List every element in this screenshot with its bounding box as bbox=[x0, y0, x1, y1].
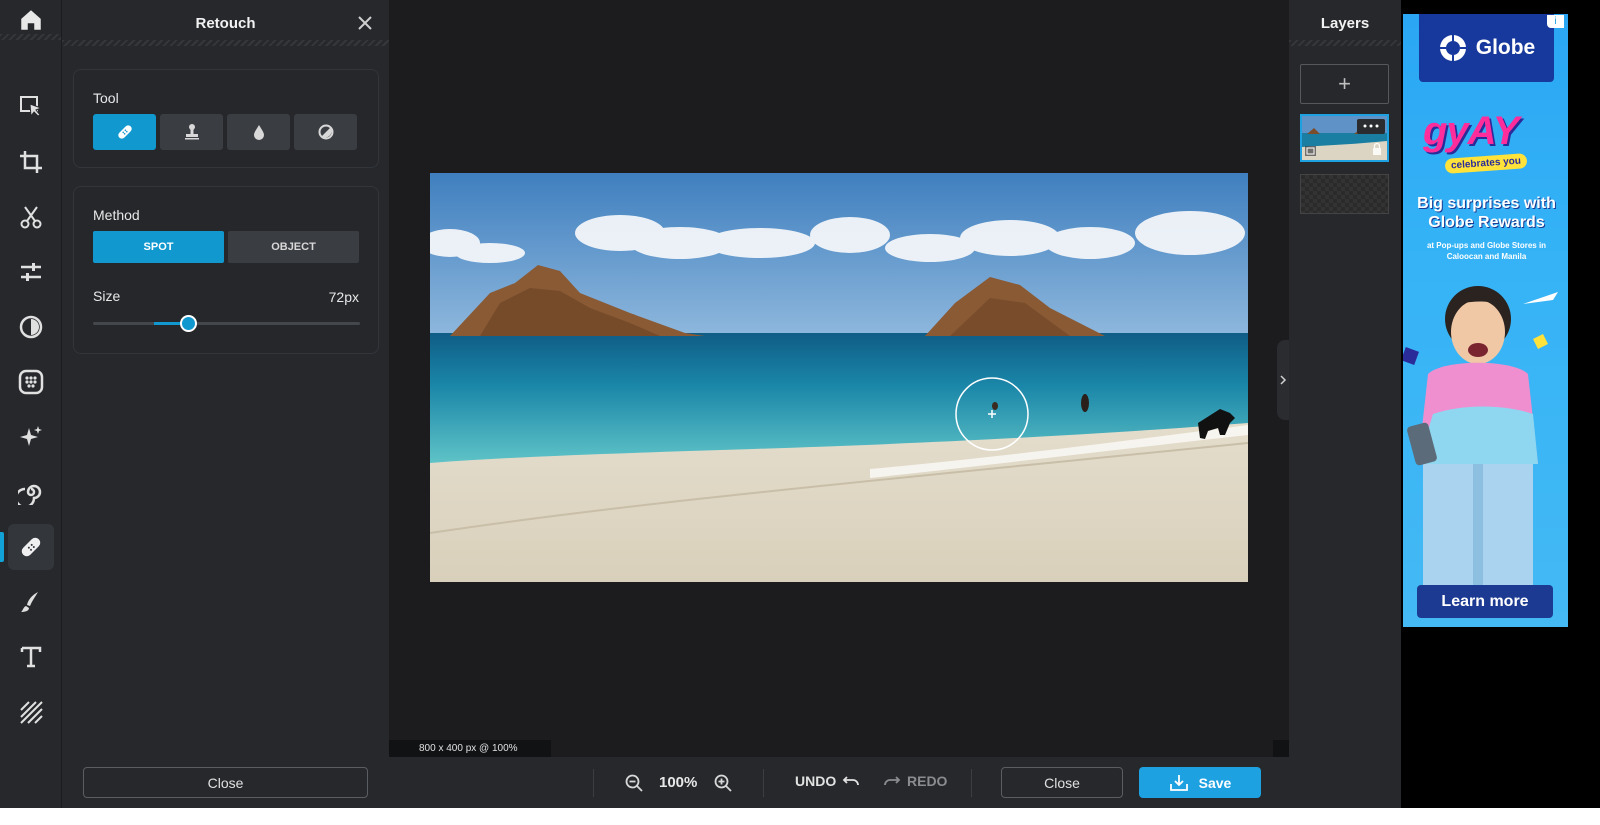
texture-icon bbox=[20, 701, 43, 724]
bottom-toolbar: 100% UNDO REDO Close Save bbox=[389, 757, 1289, 808]
home-icon bbox=[20, 10, 41, 30]
layer-thumbnail bbox=[1302, 116, 1387, 160]
panel-header: Retouch bbox=[62, 0, 389, 46]
method-card: Method SPOT OBJECT Size 72px bbox=[73, 186, 379, 354]
panel-title: Retouch bbox=[195, 14, 256, 32]
size-slider-track[interactable] bbox=[93, 322, 360, 325]
ad-subtext: at Pop-ups and Globe Stores in Caloocan … bbox=[1426, 241, 1547, 261]
bandage-icon bbox=[117, 125, 132, 139]
ad-brand-logo: Globe bbox=[1419, 14, 1554, 82]
liquify-icon bbox=[18, 484, 42, 505]
ad-model-image bbox=[1403, 286, 1558, 594]
layer-item-empty[interactable] bbox=[1300, 174, 1389, 214]
ai-sparkle-icon bbox=[20, 426, 42, 446]
zoom-out-button[interactable] bbox=[624, 773, 644, 793]
zoom-level: 100% bbox=[659, 774, 698, 791]
tool-card: Tool bbox=[73, 69, 379, 168]
ad-headline: Big surprises with Globe Rewards bbox=[1417, 195, 1556, 231]
half-circle-icon bbox=[318, 124, 333, 140]
redo-label: REDO bbox=[907, 773, 948, 789]
chevron-right-icon bbox=[1280, 375, 1287, 385]
layers-header: Layers bbox=[1289, 0, 1401, 46]
effects-tool-button[interactable] bbox=[8, 304, 54, 350]
ad-brand-text: Globe bbox=[1475, 36, 1536, 59]
ad-cta-button[interactable]: Learn more bbox=[1417, 585, 1553, 618]
method-label: Method bbox=[93, 207, 140, 223]
texture-tool-button[interactable] bbox=[8, 689, 54, 735]
size-label: Size bbox=[93, 288, 121, 304]
arrange-tool-button[interactable] bbox=[8, 84, 54, 130]
beach-photo bbox=[430, 173, 1248, 582]
text-icon bbox=[20, 646, 42, 668]
layer-item-photo[interactable] bbox=[1300, 114, 1389, 162]
blur-tool-button[interactable] bbox=[227, 114, 290, 150]
advertisement[interactable]: Globe gyAY celebrates you Big surprises … bbox=[1403, 14, 1568, 627]
spot-method-button[interactable]: SPOT bbox=[93, 231, 224, 263]
canvas-dimensions: 800 x 400 px @ 100% bbox=[389, 740, 551, 757]
crop-icon bbox=[20, 151, 42, 173]
ad-tagline: celebrates you bbox=[1444, 153, 1528, 174]
undo-label: UNDO bbox=[795, 773, 837, 789]
zoom-in-button[interactable] bbox=[713, 773, 733, 793]
draw-tool-button[interactable] bbox=[8, 579, 54, 625]
layers-panel: Layers + bbox=[1289, 0, 1401, 808]
cutout-tool-button[interactable] bbox=[8, 194, 54, 240]
canvas-corner bbox=[1273, 740, 1289, 757]
download-icon bbox=[1169, 774, 1188, 791]
ad-info-button[interactable]: i bbox=[1547, 15, 1564, 28]
retouch-icon bbox=[21, 537, 41, 557]
filter-icon bbox=[18, 369, 44, 395]
layers-title: Layers bbox=[1320, 14, 1370, 32]
active-tool-indicator bbox=[0, 532, 4, 562]
home-button[interactable] bbox=[0, 0, 61, 46]
ad-campaign-logo: gyAY bbox=[1423, 109, 1519, 153]
tool-label: Tool bbox=[93, 90, 119, 106]
zoom-in-icon bbox=[714, 774, 732, 792]
crop-tool-button[interactable] bbox=[8, 139, 54, 185]
separator bbox=[971, 769, 972, 797]
size-slider-handle[interactable] bbox=[180, 315, 197, 332]
zoom-out-icon bbox=[625, 774, 643, 792]
object-method-button[interactable]: OBJECT bbox=[228, 231, 359, 263]
effects-icon bbox=[19, 315, 43, 339]
tool-rail bbox=[0, 0, 62, 808]
add-layer-button[interactable]: + bbox=[1300, 64, 1389, 104]
separator bbox=[763, 769, 764, 797]
photo-canvas[interactable] bbox=[430, 173, 1248, 582]
arrange-icon bbox=[20, 96, 43, 118]
heal-tool-button[interactable] bbox=[93, 114, 156, 150]
close-icon bbox=[358, 16, 372, 30]
filter-tool-button[interactable] bbox=[8, 359, 54, 405]
save-button[interactable]: Save bbox=[1139, 767, 1261, 798]
expand-layers-tab[interactable] bbox=[1277, 340, 1289, 420]
ai-tool-button[interactable] bbox=[8, 414, 54, 460]
globe-logo-icon bbox=[1439, 35, 1466, 61]
dodge-burn-tool-button[interactable] bbox=[294, 114, 357, 150]
retouch-tool-button[interactable] bbox=[8, 524, 54, 570]
save-label: Save bbox=[1198, 774, 1232, 791]
clone-tool-button[interactable] bbox=[160, 114, 223, 150]
adjust-tool-button[interactable] bbox=[8, 249, 54, 295]
size-value: 72px bbox=[328, 289, 359, 305]
canvas-stage: 800 x 400 px @ 100% bbox=[389, 0, 1289, 757]
adjust-icon bbox=[21, 263, 41, 281]
separator bbox=[593, 769, 594, 797]
redo-icon bbox=[884, 776, 901, 786]
drop-icon bbox=[253, 125, 264, 140]
cutout-icon bbox=[20, 206, 42, 229]
close-panel-button[interactable] bbox=[355, 13, 375, 33]
panel-close-button[interactable]: Close bbox=[83, 767, 368, 798]
liquify-tool-button[interactable] bbox=[8, 469, 54, 515]
text-tool-button[interactable] bbox=[8, 634, 54, 680]
undo-icon bbox=[842, 776, 860, 786]
redo-button[interactable]: REDO bbox=[883, 773, 947, 789]
draw-icon bbox=[21, 592, 38, 612]
undo-button[interactable]: UNDO bbox=[795, 773, 860, 789]
close-button[interactable]: Close bbox=[1001, 767, 1123, 798]
retouch-panel: Retouch Tool Method SPOT OBJECT Size 72p… bbox=[62, 0, 389, 808]
stamp-icon bbox=[184, 124, 199, 140]
page-bottom-strip bbox=[0, 808, 1600, 825]
